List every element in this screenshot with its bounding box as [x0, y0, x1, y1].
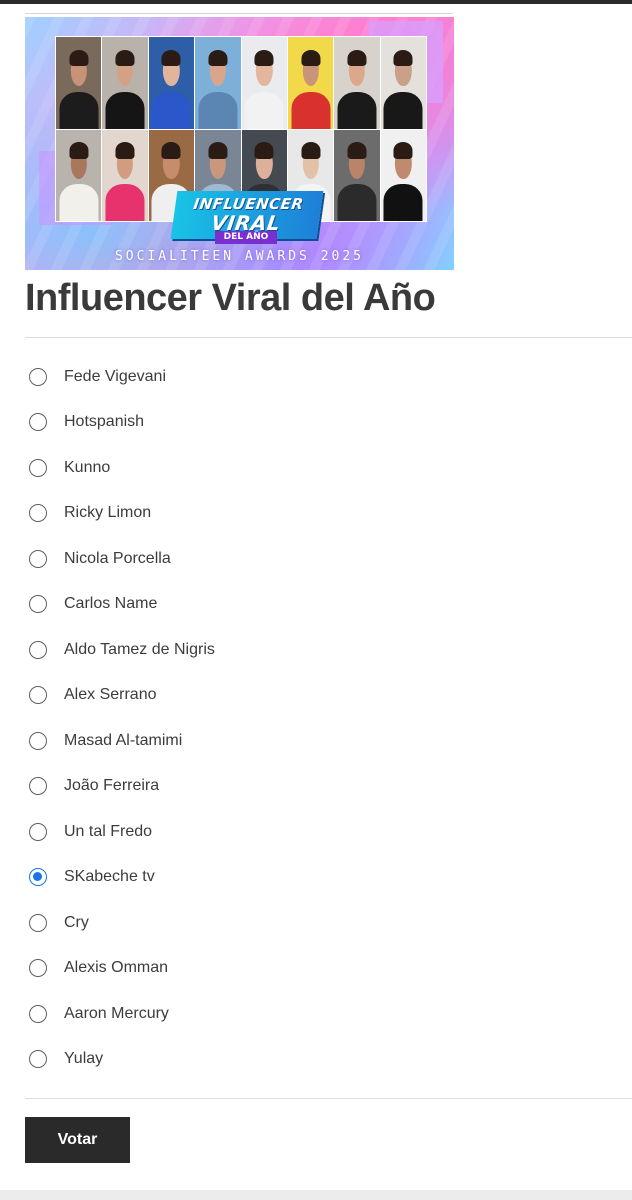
- poll-option[interactable]: Un tal Fredo: [25, 809, 585, 855]
- nominee-photo: [287, 37, 334, 129]
- poll-option[interactable]: Aldo Tamez de Nigris: [25, 627, 585, 673]
- radio-button[interactable]: [29, 686, 47, 705]
- footer-strip: [0, 1190, 632, 1200]
- radio-button[interactable]: [29, 1004, 47, 1023]
- nominee-photo: [56, 129, 102, 221]
- nominee-photo: [56, 37, 102, 129]
- divider: [25, 1098, 632, 1099]
- poll-option[interactable]: Alexis Omman: [25, 946, 585, 992]
- radio-button[interactable]: [29, 731, 47, 750]
- option-label: Alexis Omman: [64, 959, 169, 977]
- poll-banner-image: INFLUENCER VIRAL DEL AÑO SOCIALITEEN AWA…: [25, 17, 454, 270]
- radio-button[interactable]: [29, 367, 47, 386]
- poll-option[interactable]: Nicola Porcella: [25, 536, 585, 582]
- badge-subtitle: DEL AÑO: [215, 231, 277, 244]
- option-label: Carlos Name: [64, 595, 158, 613]
- option-label: Nicola Porcella: [64, 549, 171, 567]
- option-label: Hotspanish: [64, 413, 145, 431]
- poll-option[interactable]: Aaron Mercury: [25, 991, 585, 1037]
- poll-option[interactable]: Carlos Name: [25, 582, 585, 628]
- option-label: João Ferreira: [64, 777, 160, 795]
- option-label: SKabeche tv: [64, 868, 155, 886]
- option-label: Ricky Limon: [64, 504, 152, 522]
- nominee-photo: [148, 37, 195, 129]
- option-label: Masad Al-tamimi: [64, 731, 183, 749]
- radio-button[interactable]: [29, 640, 47, 659]
- divider: [25, 337, 632, 338]
- page-title: Influencer Viral del Año: [25, 277, 436, 319]
- option-label: Yulay: [64, 1050, 104, 1068]
- nominee-photo: [195, 37, 241, 129]
- poll-option[interactable]: Hotspanish: [25, 400, 585, 446]
- option-label: Aaron Mercury: [64, 1004, 169, 1022]
- nominee-photo: [102, 37, 148, 129]
- radio-button[interactable]: [29, 913, 47, 932]
- nominee-photo: [241, 37, 287, 129]
- poll-option[interactable]: João Ferreira: [25, 764, 585, 810]
- radio-button[interactable]: [29, 822, 47, 841]
- poll-option[interactable]: Masad Al-tamimi: [25, 718, 585, 764]
- radio-button[interactable]: [29, 413, 47, 432]
- divider: [25, 13, 453, 14]
- option-label: Cry: [64, 913, 89, 931]
- poll-option[interactable]: Ricky Limon: [25, 491, 585, 537]
- radio-button[interactable]: [29, 458, 47, 477]
- nominee-photo: [102, 129, 148, 221]
- radio-button[interactable]: [29, 595, 47, 614]
- nominee-photo: [334, 37, 380, 129]
- option-label: Un tal Fredo: [64, 822, 153, 840]
- option-label: Aldo Tamez de Nigris: [64, 640, 215, 658]
- radio-button[interactable]: [29, 777, 47, 796]
- radio-button[interactable]: [29, 868, 47, 887]
- poll-option[interactable]: Fede Vigevani: [25, 354, 585, 400]
- poll-option[interactable]: SKabeche tv: [25, 855, 585, 901]
- poll-option[interactable]: Yulay: [25, 1037, 585, 1083]
- poll-option[interactable]: Cry: [25, 900, 585, 946]
- awards-caption: SOCIALITEEN AWARDS 2025: [114, 249, 364, 264]
- radio-button[interactable]: [29, 504, 47, 523]
- nominee-photo: [334, 129, 380, 221]
- radio-button[interactable]: [29, 549, 47, 568]
- poll-options-list: Fede Vigevani Hotspanish Kunno Ricky Limon N…: [25, 354, 585, 1082]
- radio-button[interactable]: [29, 959, 47, 978]
- nominee-photo: [380, 37, 426, 129]
- vote-button[interactable]: Votar: [25, 1117, 130, 1163]
- option-label: Fede Vigevani: [64, 367, 166, 385]
- poll-option[interactable]: Kunno: [25, 445, 585, 491]
- nominee-photo: [380, 129, 426, 221]
- top-bar: [0, 0, 632, 4]
- radio-button[interactable]: [29, 1050, 47, 1069]
- poll-option[interactable]: Alex Serrano: [25, 673, 585, 719]
- option-label: Kunno: [64, 458, 111, 476]
- option-label: Alex Serrano: [64, 686, 157, 704]
